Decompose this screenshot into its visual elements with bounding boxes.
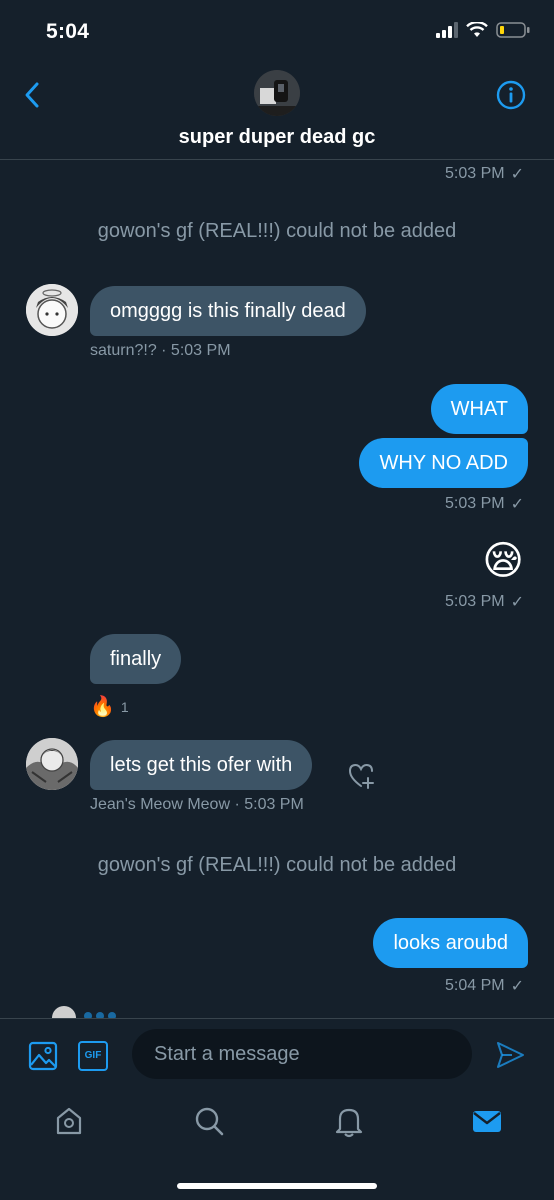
typing-avatar: [52, 1006, 76, 1018]
message-meta: Jean's Meow Meow · 5:03 PM: [90, 796, 304, 813]
reaction-count: 1: [120, 698, 129, 715]
image-icon: [28, 1041, 58, 1071]
message-timestamp: 5:03 PM ✓: [445, 593, 524, 611]
system-message: gowon's gf (REAL!!!) could not be added: [97, 220, 457, 242]
group-avatar[interactable]: [254, 70, 300, 116]
message-composer: GIF: [0, 1018, 554, 1090]
status-bar: 5:04: [0, 0, 554, 64]
send-icon: [497, 1042, 524, 1068]
tab-messages[interactable]: [470, 1104, 504, 1138]
avatar-jean[interactable]: [26, 738, 78, 790]
tab-home[interactable]: [52, 1104, 86, 1138]
add-image-button[interactable]: [28, 1041, 58, 1071]
tab-search[interactable]: [192, 1104, 226, 1138]
message-timestamp: 5:03 PM ✓: [445, 495, 524, 513]
back-icon: [25, 82, 39, 108]
sent-check-icon: ✓: [510, 166, 524, 183]
fire-reaction-icon: 🔥: [90, 696, 115, 718]
system-message: gowon's gf (REAL!!!) could not be added: [97, 854, 457, 876]
message-timestamp: 5:04 PM ✓: [445, 977, 524, 995]
avatar-image: [26, 284, 78, 336]
gif-icon: GIF: [84, 1050, 102, 1061]
home-indicator: [177, 1183, 377, 1189]
avatar-image: [26, 738, 78, 790]
bottom-tab-bar: [0, 1090, 554, 1200]
send-button[interactable]: [494, 1039, 526, 1071]
status-time: 5:04: [46, 20, 90, 43]
message-list[interactable]: 5:03 PM ✓ gowon's gf (REAL!!!) could not…: [0, 160, 554, 1018]
gif-button[interactable]: GIF: [78, 1041, 108, 1071]
emoji-message[interactable]: 😪: [482, 538, 524, 584]
conversation-header: super duper dead gc: [0, 64, 554, 160]
back-button[interactable]: [20, 80, 44, 110]
message-bubble-incoming[interactable]: omgggg is this finally dead: [90, 286, 366, 336]
home-icon: [56, 1107, 82, 1135]
sent-check-icon: ✓: [510, 496, 524, 513]
tab-notifications[interactable]: [332, 1104, 366, 1138]
message-input[interactable]: [132, 1029, 472, 1079]
sent-check-icon: ✓: [510, 978, 524, 995]
message-bubble-outgoing[interactable]: WHY NO ADD: [359, 438, 528, 488]
info-button[interactable]: [496, 80, 526, 110]
heart-plus-icon: [348, 763, 374, 789]
wifi-icon: [466, 22, 488, 37]
bell-icon: [335, 1108, 363, 1138]
reaction[interactable]: 🔥 1: [90, 694, 129, 719]
avatar-saturn[interactable]: [26, 284, 78, 336]
message-bubble-outgoing[interactable]: looks aroubd: [373, 918, 528, 968]
conversation-title[interactable]: super duper dead gc: [0, 126, 554, 149]
mail-icon: [473, 1111, 501, 1132]
status-icons: [436, 22, 530, 38]
info-icon: [496, 80, 526, 110]
react-button[interactable]: [346, 760, 378, 792]
message-timestamp: 5:03 PM ✓: [445, 165, 524, 183]
group-avatar-image: [254, 70, 300, 116]
signal-icon: [436, 22, 458, 38]
search-icon: [195, 1107, 224, 1136]
message-bubble-outgoing[interactable]: WHAT: [430, 384, 528, 434]
message-bubble-incoming[interactable]: finally: [90, 634, 182, 684]
battery-icon: [496, 22, 530, 38]
message-meta: saturn?!? · 5:03 PM: [90, 342, 231, 359]
message-bubble-incoming[interactable]: lets get this ofer with: [90, 740, 313, 790]
sent-check-icon: ✓: [510, 594, 524, 611]
